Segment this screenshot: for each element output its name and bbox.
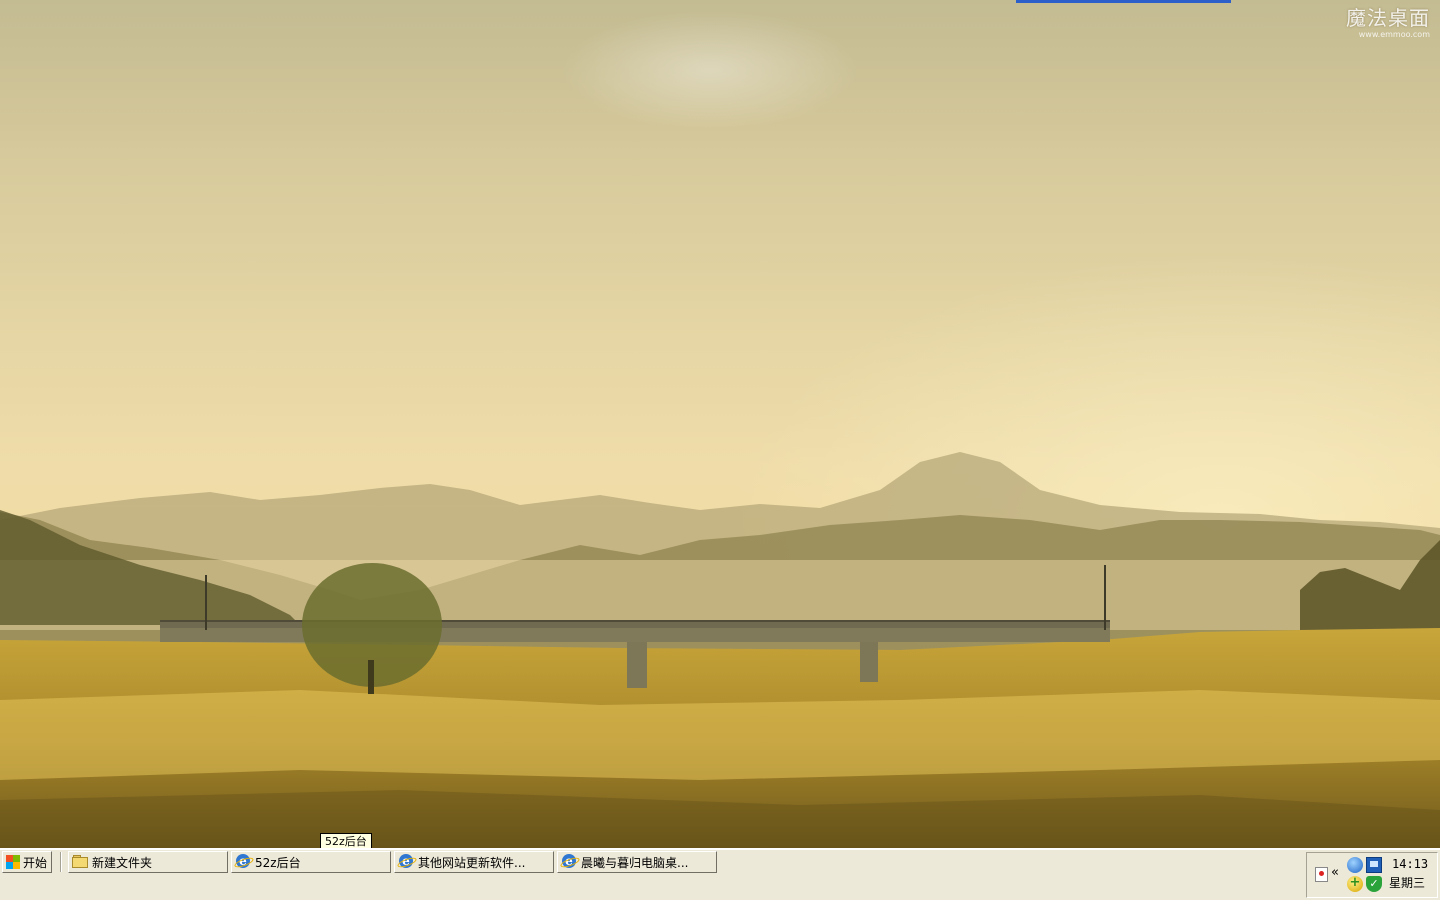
ie-icon: e <box>396 854 418 870</box>
task-button-52z-admin[interactable]: e 52z后台 <box>231 851 391 873</box>
clock-day[interactable]: 星期三 <box>1389 874 1425 891</box>
clock-time[interactable]: 14:13 <box>1392 857 1428 871</box>
taskbar-divider <box>60 852 62 872</box>
wallpaper-watermark: 魔法桌面 www.emmoo.com <box>1344 6 1430 44</box>
task-label: 52z后台 <box>255 855 301 870</box>
watermark-url: www.emmoo.com <box>1358 30 1430 39</box>
task-label: 其他网站更新软件... <box>418 855 526 870</box>
windows-logo-icon <box>6 855 20 869</box>
start-label: 开始 <box>23 855 48 870</box>
desktop-wallpaper: 魔法桌面 www.emmoo.com <box>0 0 1440 848</box>
start-button[interactable]: 开始 <box>2 851 52 873</box>
taskbar: 开始 新建文件夹 e 52z后台 e 其他网站更新软件... e 晨曦与暮归电脑… <box>0 848 1440 900</box>
task-label: 晨曦与暮归电脑桌... <box>581 855 689 870</box>
task-button-new-folder[interactable]: 新建文件夹 <box>68 851 228 873</box>
security-shield-icon[interactable] <box>1366 876 1382 892</box>
folder-icon <box>72 854 88 870</box>
task-button-wallpaper-page[interactable]: e 晨曦与暮归电脑桌... <box>557 851 717 873</box>
ie-icon: e <box>233 854 255 870</box>
tray-expand-button[interactable]: « <box>1331 866 1339 880</box>
landscape-scene <box>0 452 1440 848</box>
language-flag-icon[interactable] <box>1313 866 1329 882</box>
ie-icon: e <box>559 854 581 870</box>
window-edge-bar <box>1016 0 1231 3</box>
update-icon[interactable] <box>1347 875 1363 892</box>
task-button-other-sites[interactable]: e 其他网站更新软件... <box>394 851 554 873</box>
watermark-text: 魔法桌面 <box>1346 6 1430 30</box>
task-label: 新建文件夹 <box>92 855 153 870</box>
qq-icon[interactable] <box>1347 857 1363 873</box>
network-icon[interactable] <box>1366 857 1382 873</box>
